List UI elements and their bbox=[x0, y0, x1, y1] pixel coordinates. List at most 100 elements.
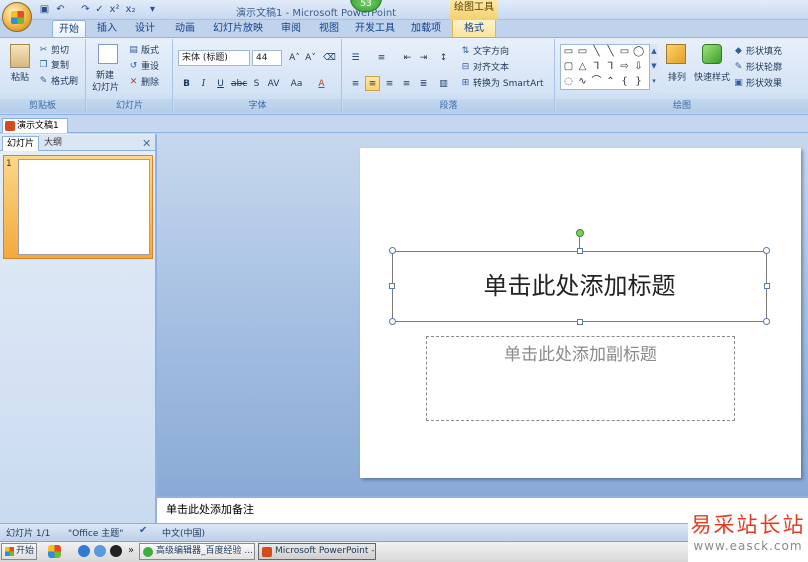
tab-slides[interactable]: 幻灯片 bbox=[2, 136, 40, 151]
tab-format[interactable]: 格式 bbox=[452, 20, 496, 38]
font-color-icon[interactable]: A bbox=[314, 76, 329, 91]
undo-icon[interactable]: ↶ bbox=[54, 3, 67, 16]
chevron-shape-icon[interactable]: ⌃ bbox=[605, 77, 616, 87]
tab-animation[interactable]: 动画 bbox=[170, 20, 200, 38]
shrink-font-icon[interactable]: A˅ bbox=[303, 50, 318, 65]
resize-handle[interactable] bbox=[389, 247, 396, 254]
resize-handle[interactable] bbox=[763, 318, 770, 325]
text-direction-button[interactable]: ⇅ 文字方向 bbox=[460, 44, 509, 57]
triangle-shape-icon[interactable]: △ bbox=[577, 62, 588, 72]
line-shape-icon[interactable]: ╲ bbox=[591, 47, 602, 57]
line2-shape-icon[interactable]: ╲ bbox=[605, 47, 616, 57]
curve-shape-icon[interactable]: ∿ bbox=[577, 77, 588, 87]
bullets-icon[interactable]: ☰ bbox=[348, 50, 363, 65]
line-spacing-icon[interactable]: ↕ bbox=[436, 50, 451, 65]
tab-addins[interactable]: 加载项 bbox=[406, 20, 446, 38]
change-case-icon[interactable]: Aa bbox=[289, 76, 304, 91]
title-placeholder[interactable]: 单击此处添加标题 bbox=[392, 251, 767, 322]
grow-font-icon[interactable]: A˄ bbox=[287, 50, 302, 65]
resize-handle[interactable] bbox=[577, 248, 583, 254]
tab-home[interactable]: 开始 bbox=[52, 20, 86, 38]
theme-name[interactable]: "Office 主题" bbox=[68, 526, 123, 539]
distribute-icon[interactable]: ≣ bbox=[416, 76, 431, 91]
align-right-icon[interactable]: ≡ bbox=[382, 76, 397, 91]
print-preview-icon[interactable]: ✓ bbox=[93, 3, 106, 16]
decrease-indent-icon[interactable]: ⇤ bbox=[400, 50, 415, 65]
document-tab[interactable]: 演示文稿1 bbox=[2, 118, 68, 133]
textbox2-shape-icon[interactable]: ▭ bbox=[577, 47, 588, 57]
new-slide-icon[interactable] bbox=[98, 44, 118, 64]
justify-icon[interactable]: ≡ bbox=[399, 76, 414, 91]
arrow-down-shape-icon[interactable]: ⇩ bbox=[633, 62, 644, 72]
freeform-shape-icon[interactable]: ◌ bbox=[563, 77, 574, 87]
resize-handle[interactable] bbox=[389, 283, 395, 289]
taskbar-item-browser[interactable]: 高级编辑器_百度经验 ... bbox=[139, 543, 255, 560]
layout-button[interactable]: ▤ 版式 bbox=[128, 43, 159, 56]
copy-button[interactable]: ❐ 复制 bbox=[38, 58, 69, 71]
slide-thumbnail[interactable] bbox=[18, 159, 150, 255]
italic-icon[interactable]: I bbox=[196, 76, 211, 91]
resize-handle[interactable] bbox=[577, 319, 583, 325]
tab-design[interactable]: 设计 bbox=[130, 20, 160, 38]
increase-indent-icon[interactable]: ⇥ bbox=[416, 50, 431, 65]
resize-handle[interactable] bbox=[389, 318, 396, 325]
taskbar-item-powerpoint[interactable]: Microsoft PowerPoint - [... bbox=[258, 543, 376, 560]
close-icon[interactable]: ✕ bbox=[142, 137, 151, 150]
rotation-handle[interactable] bbox=[576, 229, 584, 237]
align-text-button[interactable]: ⊟ 对齐文本 bbox=[460, 60, 509, 73]
smartart-button[interactable]: ⊞ 转换为 SmartArt bbox=[460, 76, 544, 89]
align-left-icon[interactable]: ≡ bbox=[348, 76, 363, 91]
superscript-icon[interactable]: x² bbox=[108, 3, 121, 16]
reset-button[interactable]: ↺ 重设 bbox=[128, 59, 159, 72]
qq-icon[interactable] bbox=[110, 545, 122, 557]
rectangle-shape-icon[interactable]: ▭ bbox=[619, 47, 630, 57]
underline-icon[interactable]: U bbox=[213, 76, 228, 91]
font-size-select[interactable]: 44 bbox=[252, 50, 282, 66]
shape-effects-button[interactable]: ▣ 形状效果 bbox=[733, 76, 782, 89]
char-spacing-icon[interactable]: AV bbox=[266, 76, 281, 91]
redo-icon[interactable]: ↷ bbox=[79, 3, 92, 16]
arrange-icon[interactable] bbox=[666, 44, 686, 64]
start-button[interactable]: 开始 bbox=[1, 543, 37, 560]
elbow-shape-icon[interactable]: ⅂ bbox=[591, 62, 602, 72]
strikethrough-icon[interactable]: abc bbox=[230, 76, 247, 91]
ie-icon[interactable] bbox=[78, 545, 90, 557]
delete-button[interactable]: ✕ 删除 bbox=[128, 75, 159, 88]
quick-styles-button[interactable]: 快速样式 bbox=[694, 70, 730, 83]
columns-icon[interactable]: ▥ bbox=[436, 76, 451, 91]
spellcheck-icon[interactable]: ✔ bbox=[139, 525, 147, 536]
clear-format-icon[interactable]: ⌫ bbox=[322, 50, 337, 65]
browser-icon[interactable] bbox=[94, 545, 106, 557]
more-icon[interactable]: » bbox=[128, 543, 134, 559]
tab-view[interactable]: 视图 bbox=[314, 20, 344, 38]
resize-handle[interactable] bbox=[763, 247, 770, 254]
rounded-rect-shape-icon[interactable]: ▢ bbox=[563, 62, 574, 72]
resize-handle[interactable] bbox=[764, 283, 770, 289]
numbering-icon[interactable]: ≡ bbox=[374, 50, 389, 65]
qat-customize-icon[interactable]: ▾ bbox=[146, 3, 159, 16]
office-button[interactable] bbox=[2, 2, 32, 32]
quick-styles-icon[interactable] bbox=[702, 44, 722, 64]
oval-shape-icon[interactable]: ◯ bbox=[633, 47, 644, 57]
paste-button[interactable]: 粘贴 bbox=[11, 70, 29, 83]
shadow-icon[interactable]: S bbox=[249, 76, 264, 91]
subscript-icon[interactable]: x₂ bbox=[124, 3, 137, 16]
tab-insert[interactable]: 插入 bbox=[92, 20, 122, 38]
gallery-scroll[interactable]: ▲ ▼ ▾ bbox=[649, 44, 658, 90]
elbow2-shape-icon[interactable]: ⅂ bbox=[605, 62, 616, 72]
bold-icon[interactable]: B bbox=[179, 76, 194, 91]
tab-slideshow[interactable]: 幻灯片放映 bbox=[210, 20, 266, 38]
shape-outline-button[interactable]: ✎ 形状轮廓 bbox=[733, 60, 782, 73]
align-center-icon[interactable]: ≡ bbox=[365, 76, 380, 91]
brace-shape-icon[interactable]: { bbox=[619, 77, 630, 87]
font-name-select[interactable]: 宋体 (标题) bbox=[178, 50, 250, 66]
save-icon[interactable]: ▣ bbox=[38, 3, 51, 16]
format-painter-button[interactable]: ✎ 格式刷 bbox=[38, 74, 78, 87]
tab-developer[interactable]: 开发工具 bbox=[352, 20, 398, 38]
quick-launch-icon[interactable] bbox=[48, 545, 61, 558]
textbox-shape-icon[interactable]: ▭ bbox=[563, 47, 574, 57]
subtitle-placeholder[interactable]: 单击此处添加副标题 bbox=[426, 336, 735, 421]
arrow-right-shape-icon[interactable]: ⇨ bbox=[619, 62, 630, 72]
arc-shape-icon[interactable]: ⌒ bbox=[591, 77, 602, 87]
shape-fill-button[interactable]: ◆ 形状填充 bbox=[733, 44, 782, 57]
